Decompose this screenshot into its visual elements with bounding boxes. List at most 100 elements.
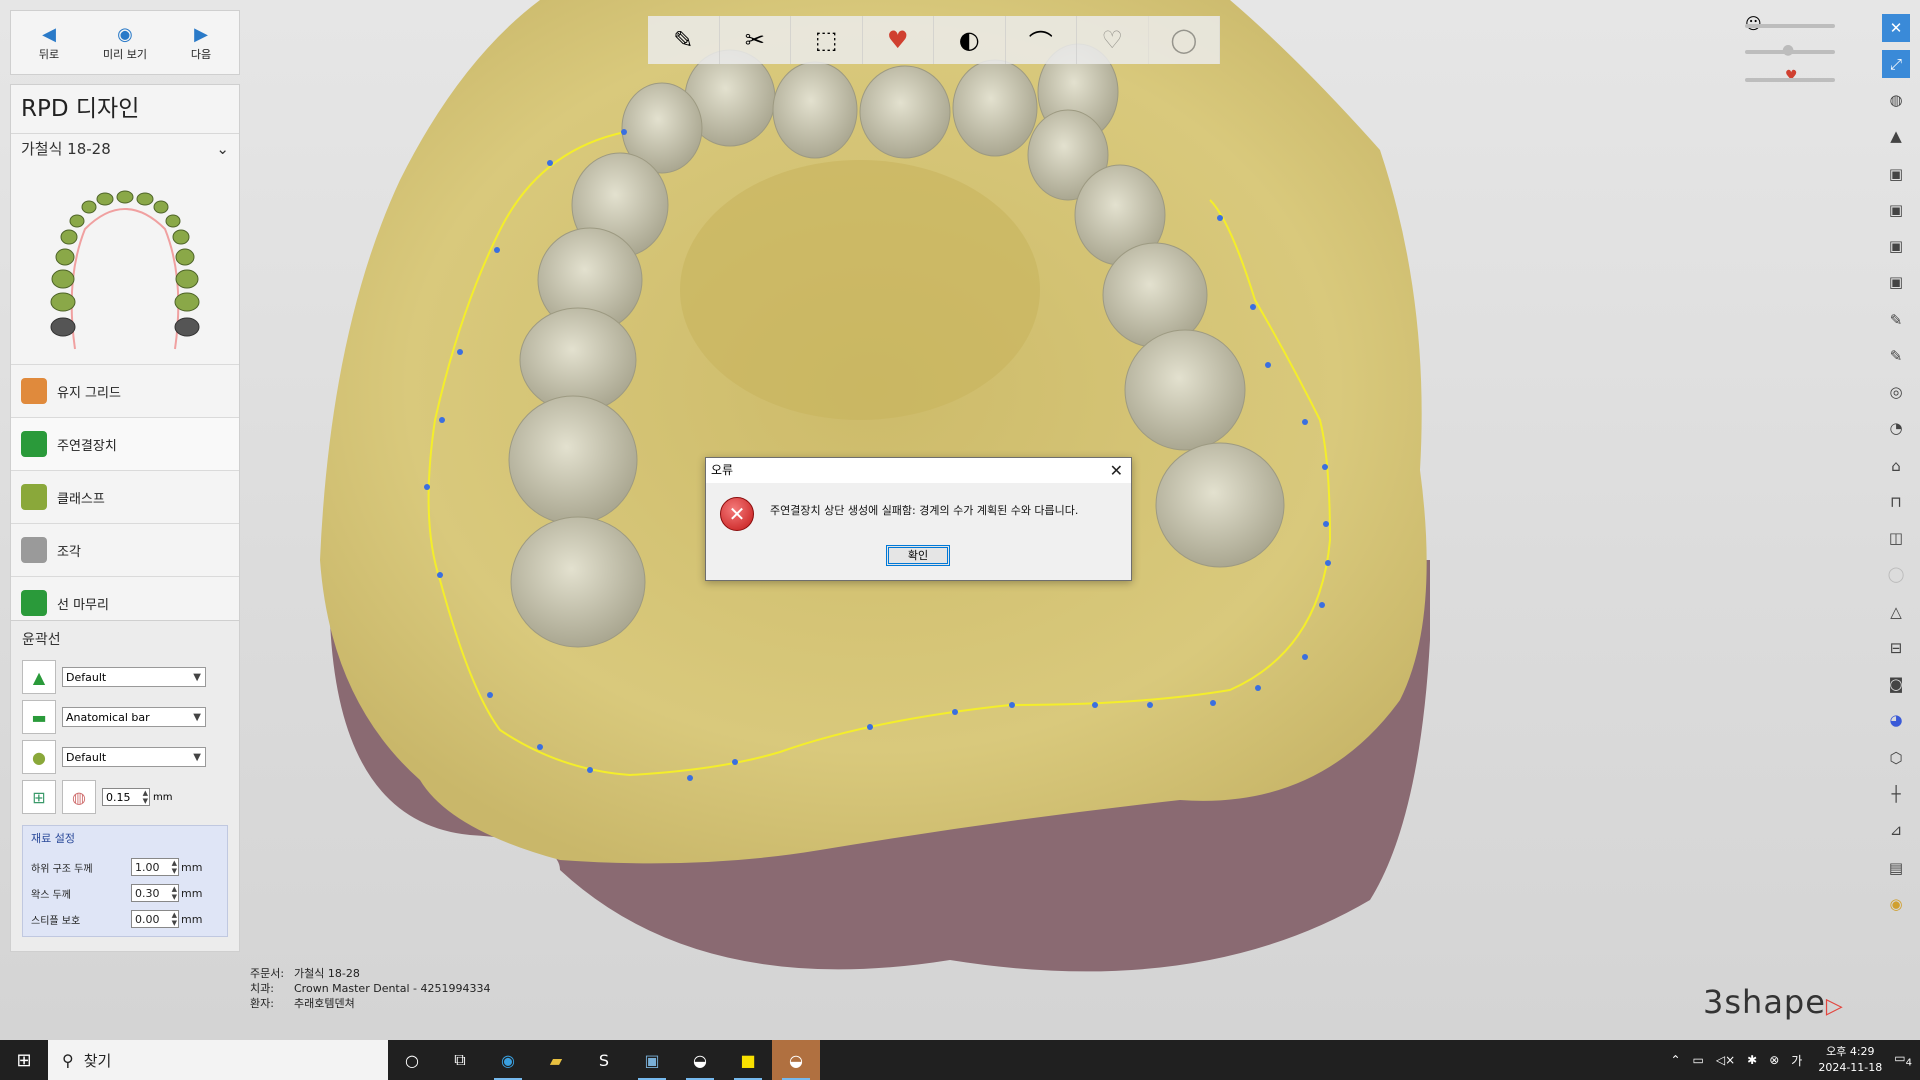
chevron-down-icon: ▼ <box>193 712 201 723</box>
edge-icon[interactable]: ◉ <box>484 1040 532 1080</box>
app-s-icon[interactable]: S <box>580 1040 628 1080</box>
view-right-icon[interactable]: ▣ <box>1882 268 1910 296</box>
outline-title: 윤곽선 <box>22 632 61 648</box>
chevron-down-icon: ▼ <box>193 672 201 683</box>
notification-icon[interactable]: ▭4 <box>1894 1051 1912 1068</box>
tooth-chart[interactable] <box>11 164 239 364</box>
back-button[interactable]: ◀ 뒤로 <box>11 11 87 74</box>
dental-designer-icon[interactable]: ◒ <box>676 1040 724 1080</box>
workflow-toolbar: ✎ ✂ ⬚ ♥ ◐ ⌒ ♡ ◯ <box>648 16 1220 64</box>
next-button[interactable]: ▶ 다음 <box>163 11 239 74</box>
close-view-icon[interactable]: ✕ <box>1882 14 1910 42</box>
outline-panel: 윤곽선 ▲ Default ▼ ▬ Anatomical bar ▼ ● Defau… <box>10 620 240 952</box>
grid-toggle-icon[interactable]: ⊞ <box>22 780 56 814</box>
color-icon[interactable]: ◉ <box>1882 890 1910 918</box>
bar-type-icon[interactable]: ▬ <box>22 700 56 734</box>
camera-icon[interactable]: ◙ <box>1882 670 1910 698</box>
view-front-icon[interactable]: ▣ <box>1882 160 1910 188</box>
arrow-right-icon: ▶ <box>194 23 208 45</box>
measure-icon[interactable]: ✎ <box>1882 306 1910 334</box>
stipple-protect-input[interactable]: 0.00 ▲ ▼ <box>131 910 179 928</box>
preview-button[interactable]: ◉ 미리 보기 <box>87 11 163 74</box>
file-explorer-icon[interactable]: ▰ <box>532 1040 580 1080</box>
tooth-view-icon[interactable]: ◔ <box>1882 414 1910 442</box>
view-left-icon[interactable]: ▣ <box>1882 232 1910 260</box>
hat-icon[interactable]: ▲ <box>1882 122 1910 150</box>
taskbar: ⊞ ⚲ 찾기 ○ ⧉ ◉ ▰ S ▣ ◒ ■ ◒ ⌃ ▭ ◁× ✱ ⊗ 가 오후… <box>0 1040 1920 1080</box>
ring-icon[interactable]: ◎ <box>1882 378 1910 406</box>
view-3d-icon[interactable]: ◍ <box>1882 86 1910 114</box>
task-view-icon[interactable]: ⧉ <box>436 1040 484 1080</box>
windows-start-icon[interactable]: ⊞ <box>0 1040 48 1080</box>
relief-icon[interactable]: ◍ <box>62 780 96 814</box>
section-icon[interactable]: ⊓ <box>1882 488 1910 516</box>
network-icon[interactable]: ▭ <box>1693 1053 1704 1067</box>
ime-icon[interactable]: 가 <box>1791 1052 1802 1069</box>
volume-muted-icon[interactable]: ◁× <box>1716 1053 1735 1067</box>
model-icon[interactable]: ⌂ <box>1882 452 1910 480</box>
brand-logo: 3shape▷ <box>1703 983 1844 1021</box>
offset-input[interactable]: 0.15 ▲ ▼ <box>102 788 150 806</box>
box-icon[interactable]: ⬡ <box>1882 744 1910 772</box>
spinner-icon[interactable]: ▲ ▼ <box>143 789 148 805</box>
cortana-icon[interactable]: ○ <box>388 1040 436 1080</box>
connector-style-select[interactable]: Default ▼ <box>62 667 206 687</box>
clip-icon[interactable]: ⊟ <box>1882 634 1910 662</box>
tooth-opacity-slider[interactable] <box>1745 50 1835 54</box>
wax-thickness-input[interactable]: 0.30 ▲ ▼ <box>131 884 179 902</box>
view-back-icon[interactable]: ▣ <box>1882 196 1910 224</box>
export-tool-icon[interactable]: ◯ <box>1149 16 1220 64</box>
retention-grid-icon <box>21 378 47 404</box>
axis-icon[interactable]: ┼ <box>1882 780 1910 808</box>
case-info: 주문서: 가철식 18-28 치과: Crown Master Dental - 4… <box>250 967 491 1010</box>
connector-type-icon[interactable]: ▲ <box>22 660 56 694</box>
system-tray: ⌃ ▭ ◁× ✱ ⊗ 가 오후 4:29 2024-11-18 ▭4 <box>1664 1040 1920 1080</box>
print-icon[interactable]: ▤ <box>1882 854 1910 882</box>
scissors-tool-icon[interactable]: ✂ <box>720 16 791 64</box>
model-opacity-slider[interactable] <box>1745 78 1835 82</box>
tray-x-icon[interactable]: ⊗ <box>1769 1053 1779 1067</box>
step-major-connector[interactable]: 주연결장치 <box>11 417 239 470</box>
ok-button[interactable]: 확인 <box>886 545 950 566</box>
chevron-up-icon[interactable]: ⌃ <box>1670 1053 1680 1067</box>
warning-icon[interactable]: △ <box>1882 598 1910 626</box>
kakaotalk-icon[interactable]: ■ <box>724 1040 772 1080</box>
connector-tool-icon[interactable]: ⌒ <box>1006 16 1077 64</box>
face-opacity-slider[interactable] <box>1745 24 1835 28</box>
sculpt-pen-icon[interactable]: ✎ <box>1882 342 1910 370</box>
sculpt-icon <box>21 537 47 563</box>
eye-icon: ◉ <box>117 23 133 45</box>
step-retention-grid[interactable]: 유지 그리드 <box>11 364 239 417</box>
ruler-icon[interactable]: ⊿ <box>1882 816 1910 844</box>
dental-system-icon[interactable]: ▣ <box>628 1040 676 1080</box>
fullscreen-icon[interactable]: ⤢ <box>1882 50 1910 78</box>
major-connector-icon <box>21 431 47 457</box>
active-app-icon[interactable]: ◒ <box>772 1040 820 1080</box>
step-clasp[interactable]: 클래스프 <box>11 470 239 523</box>
case-selector[interactable]: 가철식 18-28 ⌄ <box>11 134 239 164</box>
block-out-icon[interactable]: ⬚ <box>791 16 863 64</box>
chevron-down-icon: ▼ <box>193 752 201 763</box>
material-row: 하위 구조 두께 1.00 ▲ ▼ mm <box>31 858 203 876</box>
undercut-icon[interactable]: ◕ <box>1882 706 1910 734</box>
step-sculpt[interactable]: 조각 <box>11 523 239 576</box>
bar-type-select[interactable]: Anatomical bar ▼ <box>62 707 206 727</box>
close-icon[interactable]: ✕ <box>1110 458 1123 483</box>
taskbar-search[interactable]: ⚲ 찾기 <box>48 1040 388 1080</box>
finish-style-select[interactable]: Default ▼ <box>62 747 206 767</box>
finish-tool-icon[interactable]: ♡ <box>1077 16 1149 64</box>
error-icon: ✕ <box>720 497 754 531</box>
clasp-tool-icon[interactable]: ♥ <box>863 16 934 64</box>
ghost-icon[interactable]: ◯ <box>1882 560 1910 588</box>
rpd-design-panel: RPD 디자인 가철식 18-28 ⌄ 유지 그리드 주연결장치 클래스프 조각… <box>10 84 240 630</box>
tooth-tool-icon[interactable]: ◐ <box>934 16 1006 64</box>
clasp-icon <box>21 484 47 510</box>
app-tray-icon[interactable]: ✱ <box>1747 1053 1757 1067</box>
error-message: 주연결장치 상단 생성에 실패함: 경계의 수가 계획된 수와 다릅니다. <box>770 504 1079 517</box>
finish-style-icon[interactable]: ● <box>22 740 56 774</box>
cylinder-icon[interactable]: ◫ <box>1882 524 1910 552</box>
material-settings: 재료 설정 하위 구조 두께 1.00 ▲ ▼ mm 왁스 두께 0.30 ▲ ▼ mm… <box>22 825 228 937</box>
substructure-thickness-input[interactable]: 1.00 ▲ ▼ <box>131 858 179 876</box>
clock[interactable]: 오후 4:29 2024-11-18 <box>1818 1044 1882 1076</box>
pencil-tool-icon[interactable]: ✎ <box>648 16 720 64</box>
